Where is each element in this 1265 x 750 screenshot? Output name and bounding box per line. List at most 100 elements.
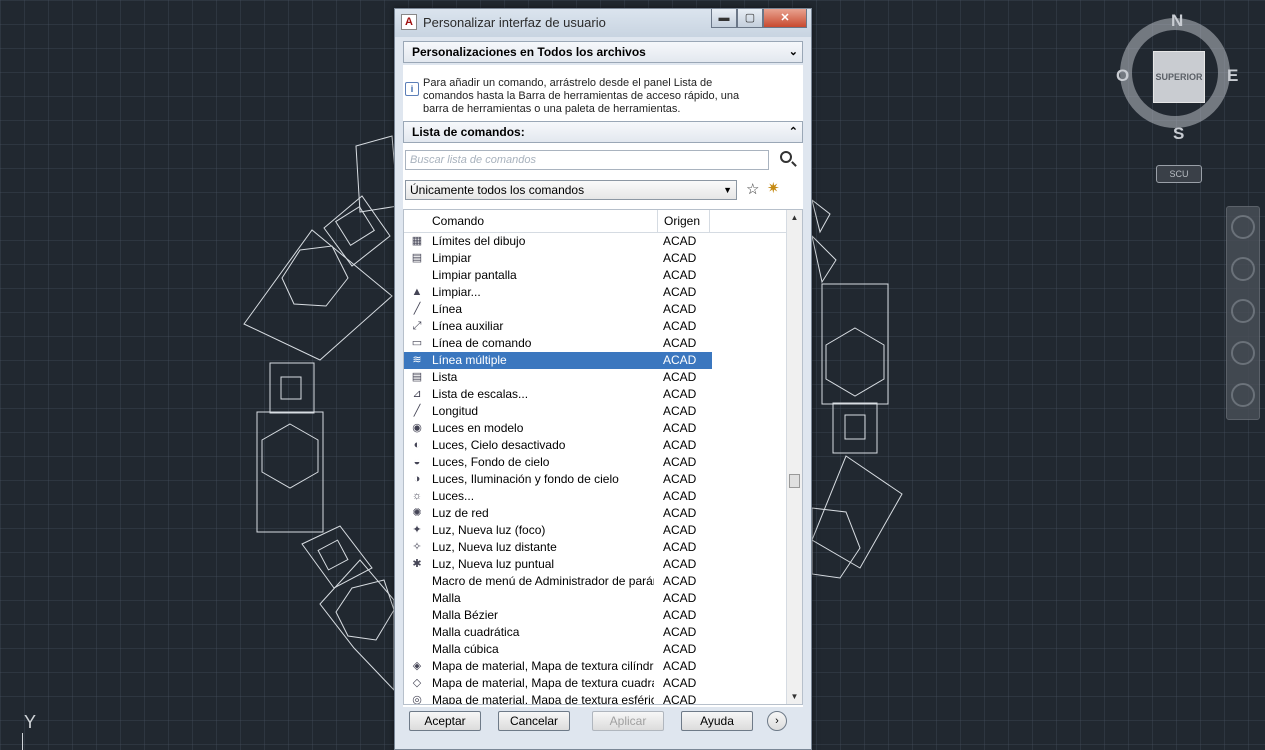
table-row[interactable]: ▲ Limpiar... ACAD xyxy=(404,284,788,301)
table-row[interactable]: ⤢ Línea auxiliar ACAD xyxy=(404,318,788,335)
minimize-button[interactable]: ▬ xyxy=(711,9,737,28)
command-origin: ACAD xyxy=(663,523,697,537)
table-row[interactable]: ╱ Línea ACAD xyxy=(404,301,788,318)
table-row[interactable]: ✧ Luz, Nueva luz distante ACAD xyxy=(404,539,788,556)
table-row[interactable]: ☼ Luces... ACAD xyxy=(404,488,788,505)
drawing-rect xyxy=(811,198,831,234)
expand-chevron-icon[interactable]: ⌃ xyxy=(789,122,798,142)
mline-icon: ≋ xyxy=(412,354,422,366)
command-name: Luz de red xyxy=(432,506,489,520)
search-icon[interactable] xyxy=(780,151,792,163)
drawing-rect xyxy=(832,402,878,454)
ucs-y-axis-label: Y xyxy=(24,712,37,732)
command-origin: ACAD xyxy=(663,421,697,435)
table-row[interactable]: Malla cúbica ACAD xyxy=(404,641,788,658)
search-input[interactable] xyxy=(405,150,769,170)
drawing-rect xyxy=(319,559,395,692)
viewcube[interactable]: SUPERIOR N S O E SCU xyxy=(1110,8,1250,183)
drawing-rect xyxy=(317,539,349,571)
command-filter-select[interactable]: Únicamente todos los comandos ▼ xyxy=(405,180,737,200)
command-name: Línea de comando xyxy=(432,336,532,350)
command-name: Limpiar... xyxy=(432,285,481,299)
table-row[interactable]: ▦ Límites del dibujo ACAD xyxy=(404,233,788,250)
ucs-menu-button[interactable]: SCU xyxy=(1156,165,1202,183)
maximize-button[interactable]: ▢ xyxy=(737,9,763,28)
table-row[interactable]: ⊿ Lista de escalas... ACAD xyxy=(404,386,788,403)
column-header-command[interactable]: Comando xyxy=(404,210,658,232)
scroll-up-icon[interactable]: ▲ xyxy=(787,210,802,225)
drawing-rect xyxy=(323,195,391,267)
table-row[interactable]: ◎ Mapa de material, Mapa de textura esfér… xyxy=(404,692,788,704)
lengthen-icon: ╱ xyxy=(413,405,421,417)
new-command-icon[interactable]: ✷ xyxy=(767,179,780,197)
column-header-origin[interactable]: Origen xyxy=(658,210,710,232)
scrollbar-thumb[interactable] xyxy=(789,474,800,488)
viewcube-top-face[interactable]: SUPERIOR xyxy=(1153,51,1205,103)
close-button[interactable]: ✕ xyxy=(763,9,807,28)
table-row[interactable]: ◇ Mapa de material, Mapa de textura cuadr… xyxy=(404,675,788,692)
table-row[interactable]: Limpiar pantalla ACAD xyxy=(404,267,788,284)
table-row[interactable]: ▤ Limpiar ACAD xyxy=(404,250,788,267)
command-origin: ACAD xyxy=(663,540,697,554)
find-command-icon[interactable]: ☆ xyxy=(746,180,759,198)
pan-icon[interactable] xyxy=(1231,257,1255,281)
scale-list-icon: ⊿ xyxy=(412,388,422,400)
showmotion-icon[interactable] xyxy=(1231,383,1255,407)
table-row[interactable]: ◒ Luces, Fondo de cielo ACAD xyxy=(404,454,788,471)
cancel-button[interactable]: Cancelar xyxy=(498,711,570,731)
table-row[interactable]: Macro de menú de Administrador de paráme… xyxy=(404,573,788,590)
table-row[interactable]: Malla ACAD xyxy=(404,590,788,607)
limits-icon: ▦ xyxy=(411,235,423,247)
table-row[interactable]: Malla cuadrática ACAD xyxy=(404,624,788,641)
table-row[interactable]: ▤ Lista ACAD xyxy=(404,369,788,386)
command-name: Malla Bézier xyxy=(432,608,499,622)
table-row[interactable]: ✱ Luz, Nueva luz puntual ACAD xyxy=(404,556,788,573)
drawing-rect xyxy=(844,414,866,440)
command-origin: ACAD xyxy=(663,268,697,282)
apply-button[interactable]: Aplicar xyxy=(592,711,664,731)
command-name: Línea múltiple xyxy=(432,353,507,367)
command-origin: ACAD xyxy=(663,557,697,571)
drawing-rect xyxy=(256,411,324,533)
command-list-header[interactable]: Lista de comandos: ⌃ xyxy=(403,121,803,143)
command-list[interactable]: Comando Origen ▦ Límites del dibujo ACAD ▤ L… xyxy=(403,209,803,705)
scroll-down-icon[interactable]: ▼ xyxy=(787,689,802,704)
table-row[interactable]: ◑ Luces, Iluminación y fondo de cielo ACAD xyxy=(404,471,788,488)
compass-west[interactable]: O xyxy=(1116,66,1129,86)
command-name: Luces, Iluminación y fondo de cielo xyxy=(432,472,619,486)
command-origin: ACAD xyxy=(663,319,697,333)
dropdown-arrow-icon[interactable]: ▼ xyxy=(723,181,732,199)
customizations-header[interactable]: Personalizaciones en Todos los archivos … xyxy=(403,41,803,63)
command-origin: ACAD xyxy=(663,370,697,384)
accept-button[interactable]: Aceptar xyxy=(409,711,481,731)
command-origin: ACAD xyxy=(663,455,697,469)
command-name: Luces, Cielo desactivado xyxy=(432,438,566,452)
table-row[interactable]: ╱ Longitud ACAD xyxy=(404,403,788,420)
table-row[interactable]: ◐ Luces, Cielo desactivado ACAD xyxy=(404,437,788,454)
steering-wheel-icon[interactable] xyxy=(1231,215,1255,239)
xline-icon: ⤢ xyxy=(412,320,422,332)
zoom-icon[interactable] xyxy=(1231,299,1255,323)
more-options-icon[interactable]: › xyxy=(767,711,787,731)
table-row[interactable]: ◈ Mapa de material, Mapa de textura cilín… xyxy=(404,658,788,675)
help-button[interactable]: Ayuda xyxy=(681,711,753,731)
compass-east[interactable]: E xyxy=(1227,66,1238,86)
command-origin: ACAD xyxy=(663,676,697,690)
list-scrollbar[interactable]: ▲ ▼ xyxy=(786,210,802,704)
table-row[interactable]: ≋ Línea múltiple ACAD xyxy=(404,352,712,369)
command-name: Limpiar pantalla xyxy=(432,268,517,282)
compass-south[interactable]: S xyxy=(1173,124,1184,144)
table-row[interactable]: ▭ Línea de comando ACAD xyxy=(404,335,788,352)
orbit-icon[interactable] xyxy=(1231,341,1255,365)
table-row[interactable]: ◉ Luces en modelo ACAD xyxy=(404,420,788,437)
table-row[interactable]: ✦ Luz, Nueva luz (foco) ACAD xyxy=(404,522,788,539)
purge-dialog-icon: ▲ xyxy=(411,286,423,298)
dialog-titlebar[interactable]: A Personalizar interfaz de usuario ▬ ▢ ✕ xyxy=(395,9,811,37)
command-name: Limpiar xyxy=(432,251,472,265)
compass-north[interactable]: N xyxy=(1171,11,1183,31)
collapse-chevron-icon[interactable]: ⌄ xyxy=(789,42,798,62)
command-origin: ACAD xyxy=(663,625,697,639)
table-row[interactable]: Malla Bézier ACAD xyxy=(404,607,788,624)
table-row[interactable]: ✺ Luz de red ACAD xyxy=(404,505,788,522)
no-icon xyxy=(410,625,424,639)
